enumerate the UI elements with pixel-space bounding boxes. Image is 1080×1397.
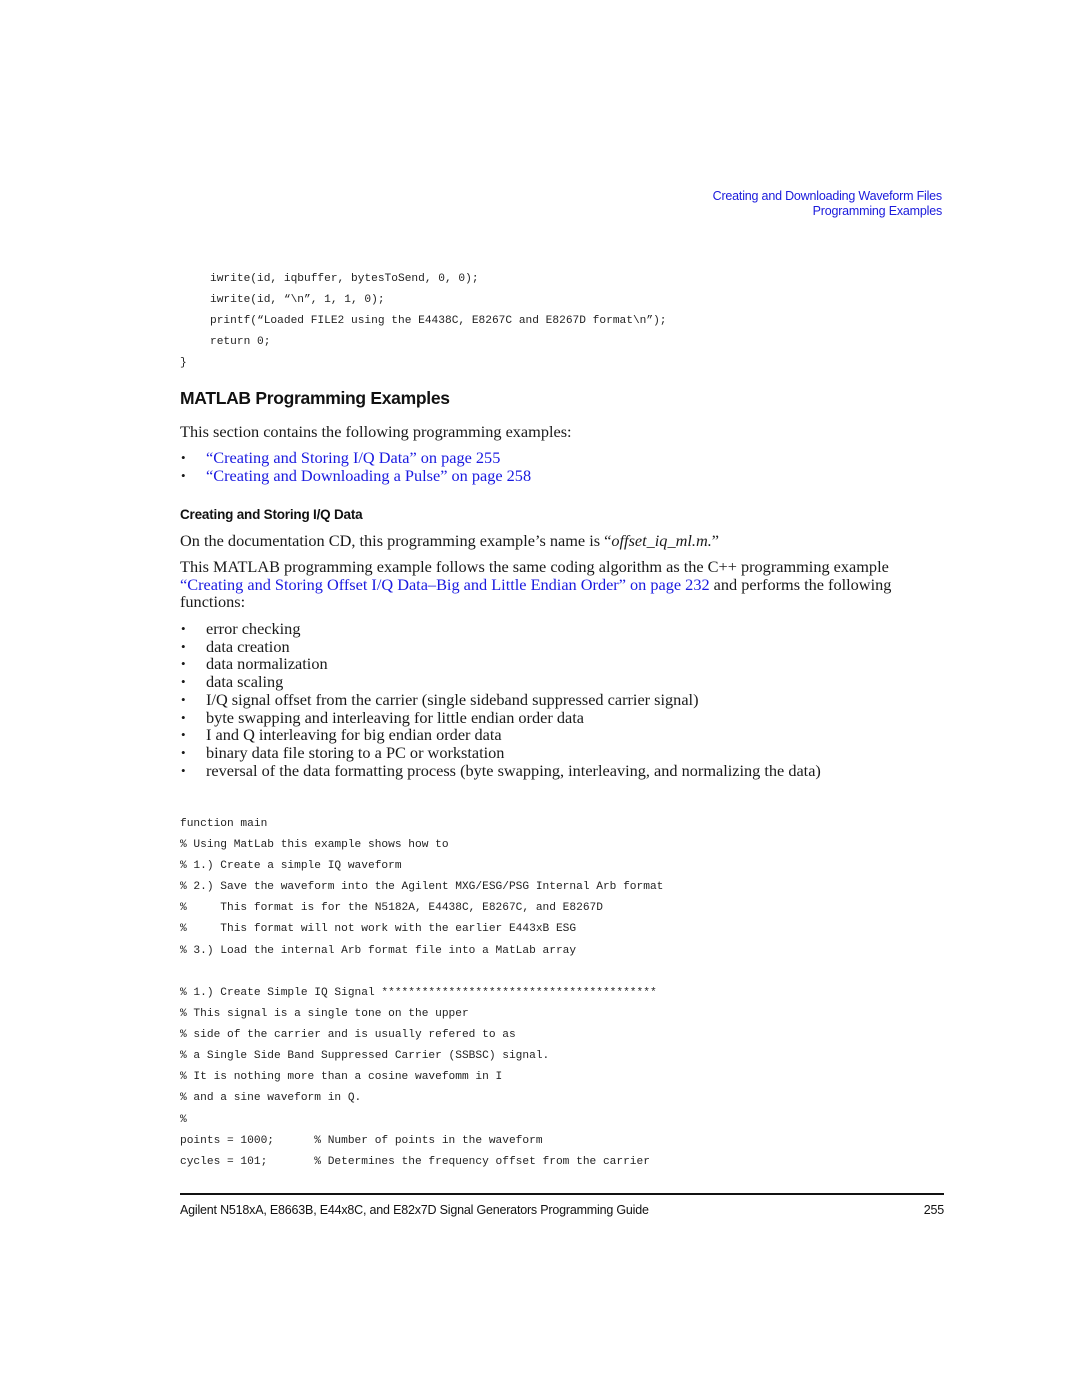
- function-item: • error checking: [180, 620, 821, 638]
- code-line: }: [180, 357, 187, 370]
- function-text: binary data file storing to a PC or work…: [206, 742, 505, 762]
- bullet-icon: •: [181, 709, 186, 725]
- bullet-icon: •: [181, 450, 186, 465]
- code-line: cycles = 101; % Determines the frequency…: [180, 1155, 650, 1168]
- code-line: %: [180, 1113, 187, 1126]
- toc-list: • “Creating and Storing I/Q Data” on page…: [180, 449, 531, 484]
- code-block-main: function main % Using MatLab this exampl…: [180, 814, 663, 962]
- section-title: MATLAB Programming Examples: [180, 388, 450, 408]
- running-header-section: Programming Examples: [812, 204, 943, 218]
- function-text: data scaling: [206, 672, 284, 692]
- page-number: 255: [923, 1203, 944, 1217]
- bullet-icon: •: [181, 638, 186, 654]
- bullet-icon: •: [181, 744, 186, 760]
- function-text: reversal of the data formatting process …: [206, 760, 821, 780]
- code-block-signal: % 1.) Create Simple IQ Signal **********…: [180, 983, 657, 1173]
- footer-title: Agilent N518xA, E8663B, E44x8C, and E82x…: [180, 1203, 649, 1217]
- function-text: data normalization: [206, 654, 328, 674]
- code-line: iwrite(id, “\n”, 1, 1, 0);: [210, 294, 385, 307]
- toc-link[interactable]: “Creating and Storing I/Q Data” on page …: [206, 448, 500, 467]
- algorithm-paragraph: This MATLAB programming example follows …: [180, 558, 920, 611]
- page-footer: Agilent N518xA, E8663B, E44x8C, and E82x…: [180, 1203, 944, 1217]
- function-item: • byte swapping and interleaving for litt…: [180, 707, 821, 727]
- function-text: byte swapping and interleaving for littl…: [206, 707, 584, 727]
- section-intro: This section contains the following prog…: [180, 422, 572, 441]
- function-text: error checking: [206, 619, 301, 638]
- code-line: % 3.) Load the internal Arb format file …: [180, 944, 577, 957]
- name-para-suffix: ”: [711, 531, 720, 550]
- code-line: % side of the carrier and is usually ref…: [180, 1029, 516, 1042]
- bullet-icon: •: [181, 621, 186, 636]
- code-line: % 1.) Create Simple IQ Signal **********…: [180, 987, 657, 999]
- bullet-icon: •: [181, 674, 186, 690]
- footer-divider: [180, 1193, 944, 1195]
- code-line: return 0;: [210, 336, 271, 349]
- function-item: • I and Q interleaving for big endian ord…: [180, 726, 821, 744]
- running-header: Creating and Downloading Waveform Files …: [712, 189, 943, 219]
- function-text: data creation: [206, 636, 290, 656]
- code-line: % This format is for the N5182A, E4438C,…: [180, 902, 603, 915]
- bullet-icon: •: [181, 727, 186, 743]
- code-line: printf(“Loaded FILE2 using the E4438C, E…: [210, 315, 667, 328]
- code-line: function main: [180, 818, 268, 830]
- name-para-prefix: On the documentation CD, this programmin…: [180, 531, 612, 550]
- code-line: % It is nothing more than a cosine wavef…: [180, 1071, 503, 1084]
- function-item: • I/Q signal offset from the carrier (sin…: [180, 689, 821, 709]
- bullet-icon: •: [181, 656, 186, 672]
- bullet-icon: •: [181, 762, 186, 778]
- code-line: % Using MatLab this example shows how to: [180, 839, 449, 852]
- function-item: • data creation: [180, 636, 821, 656]
- function-item: • data scaling: [180, 673, 821, 691]
- bullet-icon: •: [181, 691, 186, 707]
- toc-link[interactable]: “Creating and Downloading a Pulse” on pa…: [206, 466, 531, 485]
- code-line: points = 1000; % Number of points in the…: [180, 1134, 543, 1147]
- code-line: % 1.) Create a simple IQ waveform: [180, 860, 402, 873]
- algo-para-prefix: This MATLAB programming example follows …: [180, 557, 889, 576]
- code-line: % This format will not work with the ear…: [180, 923, 577, 936]
- running-header-chapter: Creating and Downloading Waveform Files: [712, 189, 943, 203]
- function-item: • data normalization: [180, 655, 821, 673]
- code-line: iwrite(id, iqbuffer, bytesToSend, 0, 0);: [210, 273, 479, 285]
- example-name-paragraph: On the documentation CD, this programmin…: [180, 532, 920, 550]
- toc-item: • “Creating and Downloading a Pulse” on p…: [180, 466, 531, 485]
- subsection-title: Creating and Storing I/Q Data: [180, 507, 363, 522]
- code-line: % a Single Side Band Suppressed Carrier …: [180, 1050, 550, 1063]
- function-text: I/Q signal offset from the carrier (sing…: [206, 689, 699, 709]
- functions-list: • error checking • data creation • data nor…: [180, 620, 821, 779]
- example-filename: offset_iq_ml.m.: [611, 531, 712, 550]
- code-line: % and a sine waveform in Q.: [180, 1092, 362, 1105]
- code-line: % This signal is a single tone on the up…: [180, 1008, 469, 1021]
- function-item: • binary data file storing to a PC or wor…: [180, 744, 821, 762]
- cross-reference-link[interactable]: “Creating and Storing Offset I/Q Data–Bi…: [180, 575, 710, 594]
- code-line: % 2.) Save the waveform into the Agilent…: [180, 881, 664, 894]
- toc-item: • “Creating and Storing I/Q Data” on page…: [180, 449, 531, 467]
- function-item: • reversal of the data formatting process…: [180, 760, 821, 780]
- function-text: I and Q interleaving for big endian orde…: [206, 725, 502, 745]
- bullet-icon: •: [181, 467, 186, 483]
- code-block-top: iwrite(id, iqbuffer, bytesToSend, 0, 0);…: [180, 269, 667, 374]
